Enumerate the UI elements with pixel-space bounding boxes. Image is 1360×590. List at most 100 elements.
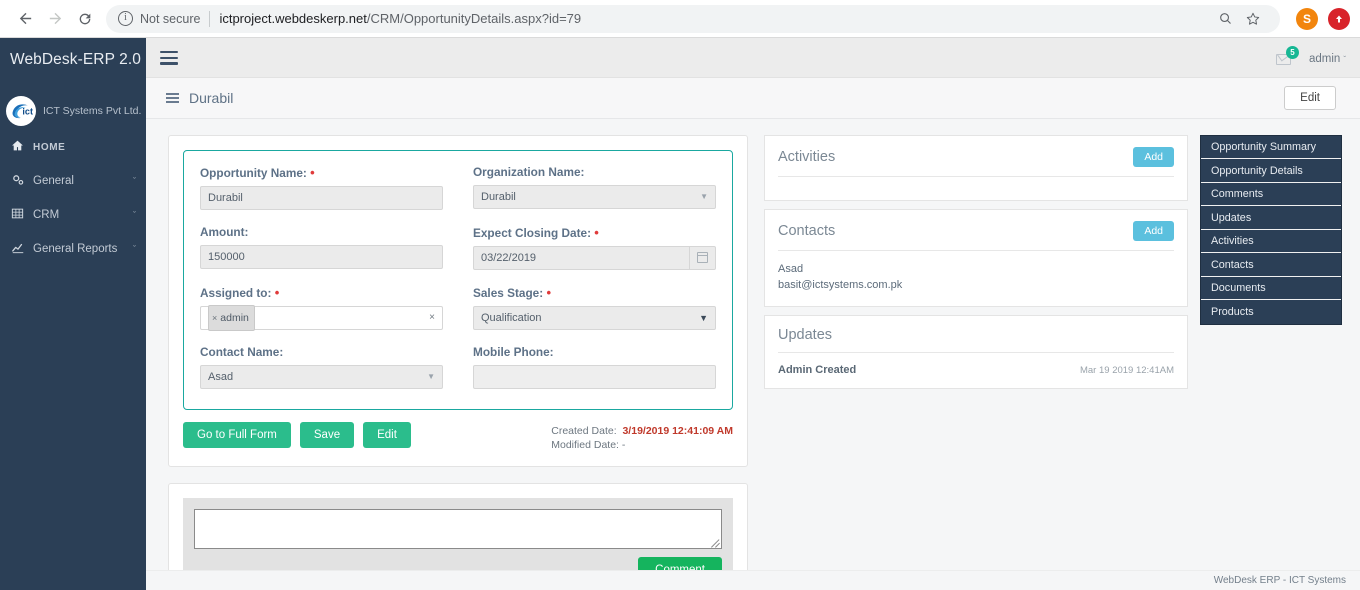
list-item: Admin Created Mar 19 2019 12:41AM	[778, 364, 1174, 376]
forward-button[interactable]	[40, 4, 70, 34]
nav-item-documents[interactable]: Documents	[1201, 277, 1341, 301]
left-column: Opportunity Name: • Durabil Organization…	[168, 134, 748, 570]
label-organization-name: Organization Name:	[473, 164, 585, 179]
go-to-full-form-button[interactable]: Go to Full Form	[183, 421, 291, 448]
activities-list	[765, 177, 1187, 200]
contact-email[interactable]: basit@ictsystems.com.pk	[778, 278, 1174, 294]
input-mobile-phone[interactable]	[473, 364, 716, 389]
input-opportunity-name-value: Durabil	[208, 191, 243, 204]
message-count-badge: 5	[1286, 45, 1299, 59]
security-status: Not secure	[140, 11, 201, 26]
page-edit-button[interactable]: Edit	[1284, 86, 1336, 111]
updates-list: Admin Created Mar 19 2019 12:41AM	[765, 353, 1187, 388]
form-row-2: Amount: 150000 Expect Closing Date: • 03…	[200, 225, 716, 281]
edit-button[interactable]: Edit	[363, 421, 411, 448]
sidebar-item-general-label: General	[33, 175, 74, 187]
user-menu[interactable]: admin ˇ	[1309, 49, 1346, 67]
comment-button[interactable]: Comment	[638, 557, 722, 570]
field-organization-name: Organization Name: Durabil ▼	[473, 165, 716, 210]
input-amount[interactable]: 150000	[200, 244, 443, 269]
contacts-add-button[interactable]: Add	[1133, 220, 1174, 241]
assigned-to-tag[interactable]: × admin	[208, 304, 255, 331]
label-text: Opportunity Name:	[200, 165, 307, 180]
remove-tag-icon[interactable]: ×	[212, 307, 217, 329]
nav-item-activities[interactable]: Activities	[1201, 230, 1341, 254]
created-date-label: Created Date:	[551, 424, 617, 437]
app-shell: WebDesk-ERP 2.0 ict ICT Systems Pvt Ltd.…	[0, 38, 1360, 590]
page-menu-icon[interactable]	[166, 93, 179, 104]
star-icon[interactable]	[1240, 6, 1266, 32]
label-contact-name: Contact Name:	[200, 344, 284, 359]
address-bar[interactable]: i Not secure ictproject.webdeskerp.net/C…	[106, 4, 1280, 33]
select-organization-name-value: Durabil	[481, 190, 516, 203]
sidebar-item-crm[interactable]: CRM ˇ	[0, 198, 146, 232]
sidebar-item-crm-label: CRM	[33, 209, 60, 221]
updates-panel: Updates Admin Created Mar 19 2019 12:41A…	[764, 314, 1188, 389]
back-button[interactable]	[10, 4, 40, 34]
contacts-panel-header: Contacts Add	[765, 210, 1187, 250]
site-info-icon[interactable]: i	[118, 11, 133, 26]
created-date-row: Created Date: 3/19/2019 12:41:09 AM	[551, 424, 733, 438]
upload-arrow-icon	[1336, 15, 1342, 22]
save-button[interactable]: Save	[299, 421, 355, 448]
nav-item-products[interactable]: Products	[1201, 300, 1341, 324]
update-text: Admin Created	[778, 363, 857, 376]
activities-add-button[interactable]: Add	[1133, 146, 1174, 167]
omnibox-actions	[1212, 6, 1268, 32]
messages-button[interactable]: 5	[1275, 45, 1299, 68]
input-expect-closing-date-value: 03/22/2019	[481, 251, 537, 264]
reload-icon	[79, 13, 91, 24]
extension-button[interactable]	[1328, 7, 1350, 30]
calendar-icon	[697, 252, 708, 264]
sidebar-item-home[interactable]: HOME	[0, 130, 146, 164]
form-row-4: Contact Name: Asad ▼ Mobile Phone:	[200, 345, 716, 389]
page-header: Durabil Edit	[146, 78, 1360, 119]
brand-title: WebDesk-ERP 2.0	[10, 51, 142, 68]
calendar-picker-button[interactable]	[689, 246, 715, 269]
updates-title: Updates	[778, 326, 833, 343]
top-bar: 5 admin ˇ	[146, 38, 1360, 79]
arrow-left-icon	[19, 12, 31, 25]
activities-panel-header: Activities Add	[765, 136, 1187, 176]
select-contact-name[interactable]: Asad ▼	[200, 364, 443, 389]
search-icon[interactable]	[1212, 6, 1238, 32]
field-opportunity-name: Opportunity Name: • Durabil	[200, 165, 443, 210]
resize-handle[interactable]	[711, 538, 720, 547]
sidebar-item-general-reports[interactable]: General Reports ˇ	[0, 232, 146, 266]
sidebar-item-home-label: HOME	[33, 141, 66, 153]
toolbar-right: S	[1296, 7, 1350, 30]
chevron-down-icon: ˇ	[133, 210, 136, 220]
sidebar-toggle-icon[interactable]	[160, 50, 178, 65]
profile-avatar[interactable]: S	[1296, 7, 1318, 30]
nav-item-contacts[interactable]: Contacts	[1201, 253, 1341, 277]
clear-all-icon[interactable]: ×	[429, 307, 435, 329]
input-assigned-to[interactable]: × admin ×	[200, 304, 443, 331]
select-organization-name[interactable]: Durabil ▼	[473, 184, 716, 209]
contacts-panel: Contacts Add Asad basit@ictsystems.com.p…	[764, 208, 1188, 307]
reload-button[interactable]	[70, 4, 100, 34]
right-column: Opportunity Summary Opportunity Details …	[1200, 134, 1342, 570]
required-marker: •	[274, 284, 280, 300]
url-domain: ictproject.webdeskerp.net	[219, 11, 367, 26]
activities-title: Activities	[778, 148, 836, 165]
label-sales-stage: Sales Stage: •	[473, 285, 716, 300]
home-icon	[10, 139, 25, 155]
select-sales-stage[interactable]: Qualification ▼	[473, 305, 716, 330]
svg-text:ict: ict	[22, 107, 33, 117]
update-timestamp: Mar 19 2019 12:41AM	[1079, 364, 1174, 376]
nav-item-comments[interactable]: Comments	[1201, 183, 1341, 207]
sidebar-item-general[interactable]: General ˇ	[0, 164, 146, 198]
nav-item-opportunity-details[interactable]: Opportunity Details	[1201, 159, 1341, 183]
input-opportunity-name[interactable]: Durabil	[200, 185, 443, 210]
nav-item-updates[interactable]: Updates	[1201, 206, 1341, 230]
list-item[interactable]: Asad basit@ictsystems.com.pk	[778, 262, 1174, 294]
field-expect-closing-date: Expect Closing Date: • 03/22/2019	[473, 225, 716, 270]
input-expect-closing-date[interactable]: 03/22/2019	[473, 245, 716, 270]
form-row-1: Opportunity Name: • Durabil Organization…	[200, 165, 716, 221]
chevron-down-icon: ˇ	[133, 244, 136, 254]
sidebar: WebDesk-ERP 2.0 ict ICT Systems Pvt Ltd.…	[0, 38, 146, 590]
chart-line-icon	[10, 241, 25, 258]
chevron-down-icon: ▼	[699, 312, 708, 323]
nav-item-opportunity-summary[interactable]: Opportunity Summary	[1201, 136, 1341, 160]
comment-textarea[interactable]	[194, 509, 722, 550]
